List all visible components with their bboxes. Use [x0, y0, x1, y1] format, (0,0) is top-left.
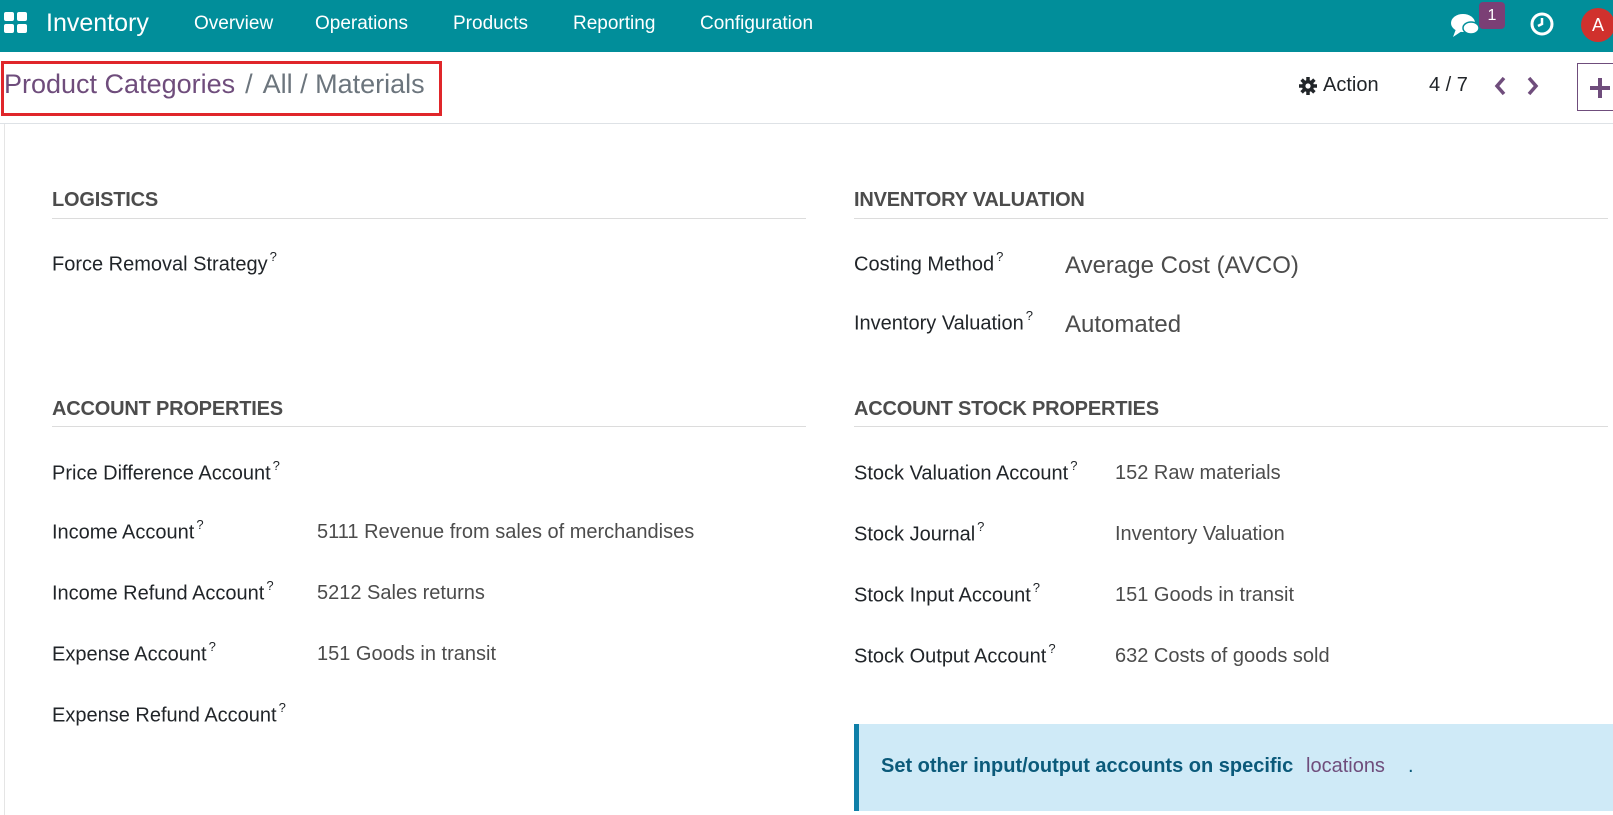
help-icon[interactable]: ?	[209, 639, 216, 654]
app-name[interactable]: Inventory	[46, 9, 149, 38]
breadcrumb-current: All / Materials	[262, 69, 425, 99]
section-divider	[52, 426, 806, 427]
new-record-button[interactable]	[1577, 63, 1613, 111]
help-icon[interactable]: ?	[196, 517, 203, 532]
help-icon[interactable]: ?	[266, 578, 273, 593]
gear-icon	[1299, 76, 1317, 95]
breadcrumb: Product Categories / All / Materials	[4, 69, 425, 100]
field-label-expense-refund-account: Expense Refund Account?	[52, 700, 286, 727]
alert-text: Set other input/output accounts on speci…	[881, 755, 1294, 777]
action-button[interactable]: Action	[1298, 74, 1379, 97]
field-label-income-refund-account: Income Refund Account?	[52, 578, 274, 605]
field-value-inventory-valuation[interactable]: Automated	[1065, 311, 1181, 339]
alert-period: .	[1408, 755, 1414, 777]
menu-products[interactable]: Products	[453, 13, 528, 35]
help-icon[interactable]: ?	[977, 519, 984, 534]
help-icon[interactable]: ?	[1033, 580, 1040, 595]
control-panel: Product Categories / All / Materials Actio…	[0, 52, 1613, 124]
user-avatar[interactable]: A	[1581, 8, 1613, 42]
help-icon[interactable]: ?	[273, 458, 280, 473]
section-title-account-stock-properties: ACCOUNT STOCK PROPERTIES	[854, 398, 1159, 420]
section-divider	[854, 426, 1608, 427]
field-label-costing-method: Costing Method?	[854, 249, 1004, 276]
field-label-stock-journal: Stock Journal?	[854, 519, 985, 546]
chat-badge: 1	[1479, 2, 1505, 29]
menu-reporting[interactable]: Reporting	[573, 13, 655, 35]
field-label-inventory-valuation: Inventory Valuation?	[854, 308, 1033, 335]
help-icon[interactable]: ?	[279, 700, 286, 715]
field-value-income-refund-account[interactable]: 5212 Sales returns	[317, 582, 485, 605]
menu-configuration[interactable]: Configuration	[700, 13, 813, 35]
field-label-force-removal-strategy: Force Removal Strategy?	[52, 249, 277, 276]
pager-previous-icon[interactable]	[1492, 75, 1508, 97]
field-value-stock-output-account[interactable]: 632 Costs of goods sold	[1115, 645, 1330, 668]
field-value-stock-input-account[interactable]: 151 Goods in transit	[1115, 584, 1294, 607]
section-title-inventory-valuation: INVENTORY VALUATION	[854, 189, 1085, 211]
breadcrumb-root-link[interactable]: Product Categories	[4, 69, 235, 99]
field-value-stock-valuation-account[interactable]: 152 Raw materials	[1115, 462, 1281, 485]
field-label-income-account: Income Account?	[52, 517, 204, 544]
help-icon[interactable]: ?	[1048, 641, 1055, 656]
section-title-logistics: LOGISTICS	[52, 189, 158, 211]
field-label-stock-valuation-account: Stock Valuation Account?	[854, 458, 1078, 485]
field-label-stock-input-account: Stock Input Account?	[854, 580, 1041, 607]
help-icon[interactable]: ?	[1070, 458, 1077, 473]
chat-icon[interactable]	[1450, 12, 1480, 40]
plus-icon	[1590, 78, 1610, 98]
top-navbar: Inventory Overview Operations Products R…	[0, 0, 1613, 52]
field-label-price-difference-account: Price Difference Account?	[52, 458, 280, 485]
menu-overview[interactable]: Overview	[194, 13, 273, 35]
pager-next-icon[interactable]	[1525, 75, 1541, 97]
field-value-stock-journal[interactable]: Inventory Valuation	[1115, 523, 1285, 546]
section-title-account-properties: ACCOUNT PROPERTIES	[52, 398, 283, 420]
field-value-costing-method[interactable]: Average Cost (AVCO)	[1065, 252, 1299, 280]
pager-value[interactable]: 4 / 7	[1429, 74, 1468, 97]
help-icon[interactable]: ?	[996, 249, 1003, 264]
menu-operations[interactable]: Operations	[315, 13, 408, 35]
apps-menu-icon[interactable]	[4, 12, 28, 34]
field-label-expense-account: Expense Account?	[52, 639, 216, 666]
breadcrumb-separator: /	[245, 69, 253, 99]
activity-clock-icon[interactable]	[1529, 11, 1555, 37]
field-value-income-account[interactable]: 5111 Revenue from sales of merchandises	[317, 521, 694, 544]
help-icon[interactable]: ?	[270, 249, 277, 264]
help-icon[interactable]: ?	[1026, 308, 1033, 323]
section-divider	[52, 218, 806, 219]
field-value-expense-account[interactable]: 151 Goods in transit	[317, 643, 496, 666]
section-divider	[854, 218, 1608, 219]
action-label: Action	[1323, 74, 1379, 96]
info-alert: Set other input/output accounts on speci…	[854, 724, 1613, 811]
locations-link[interactable]: locations	[1306, 755, 1385, 778]
field-label-stock-output-account: Stock Output Account?	[854, 641, 1056, 668]
